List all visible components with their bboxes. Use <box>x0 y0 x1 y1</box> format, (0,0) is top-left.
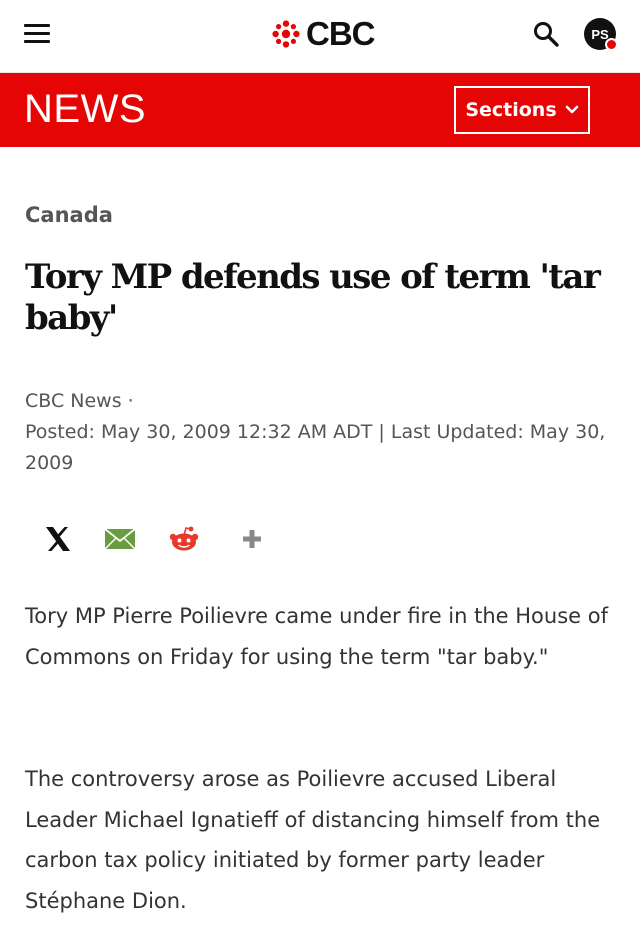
x-icon <box>46 527 70 551</box>
article-paragraph: Tory MP Pierre Poilievre came under fire… <box>25 604 608 669</box>
notification-dot <box>605 38 618 51</box>
news-bar: NEWS Sections <box>0 73 640 147</box>
byline-dates: Posted: May 30, 2009 12:32 AM ADT | Last… <box>25 421 606 474</box>
user-avatar[interactable]: PS <box>584 18 618 51</box>
top-bar: CBC PS <box>0 0 640 73</box>
menu-icon[interactable] <box>24 24 50 46</box>
share-email-button[interactable] <box>104 522 136 556</box>
cbc-gem-icon <box>272 20 300 48</box>
email-icon <box>104 528 136 550</box>
news-label[interactable]: NEWS <box>24 87 146 132</box>
article-category[interactable]: Canada <box>25 203 113 227</box>
logo-text: CBC <box>306 15 375 52</box>
sections-button[interactable]: Sections <box>454 86 590 134</box>
share-reddit-button[interactable] <box>168 522 200 556</box>
cbc-logo[interactable]: CBC <box>272 14 375 54</box>
byline-source: CBC News · <box>25 390 134 412</box>
article-byline: CBC News · Posted: May 30, 2009 12:32 AM… <box>25 386 615 479</box>
article-headline: Tory MP defends use of term 'tar baby' <box>25 257 601 338</box>
chevron-down-icon <box>565 105 578 114</box>
share-x-button[interactable] <box>40 522 76 556</box>
sections-label: Sections <box>465 99 557 121</box>
share-more-button[interactable] <box>236 522 268 556</box>
plus-icon <box>243 530 261 548</box>
reddit-icon <box>169 526 199 551</box>
search-icon[interactable] <box>532 20 560 48</box>
article-paragraph: The controversy arose as Poilievre accus… <box>25 767 601 913</box>
